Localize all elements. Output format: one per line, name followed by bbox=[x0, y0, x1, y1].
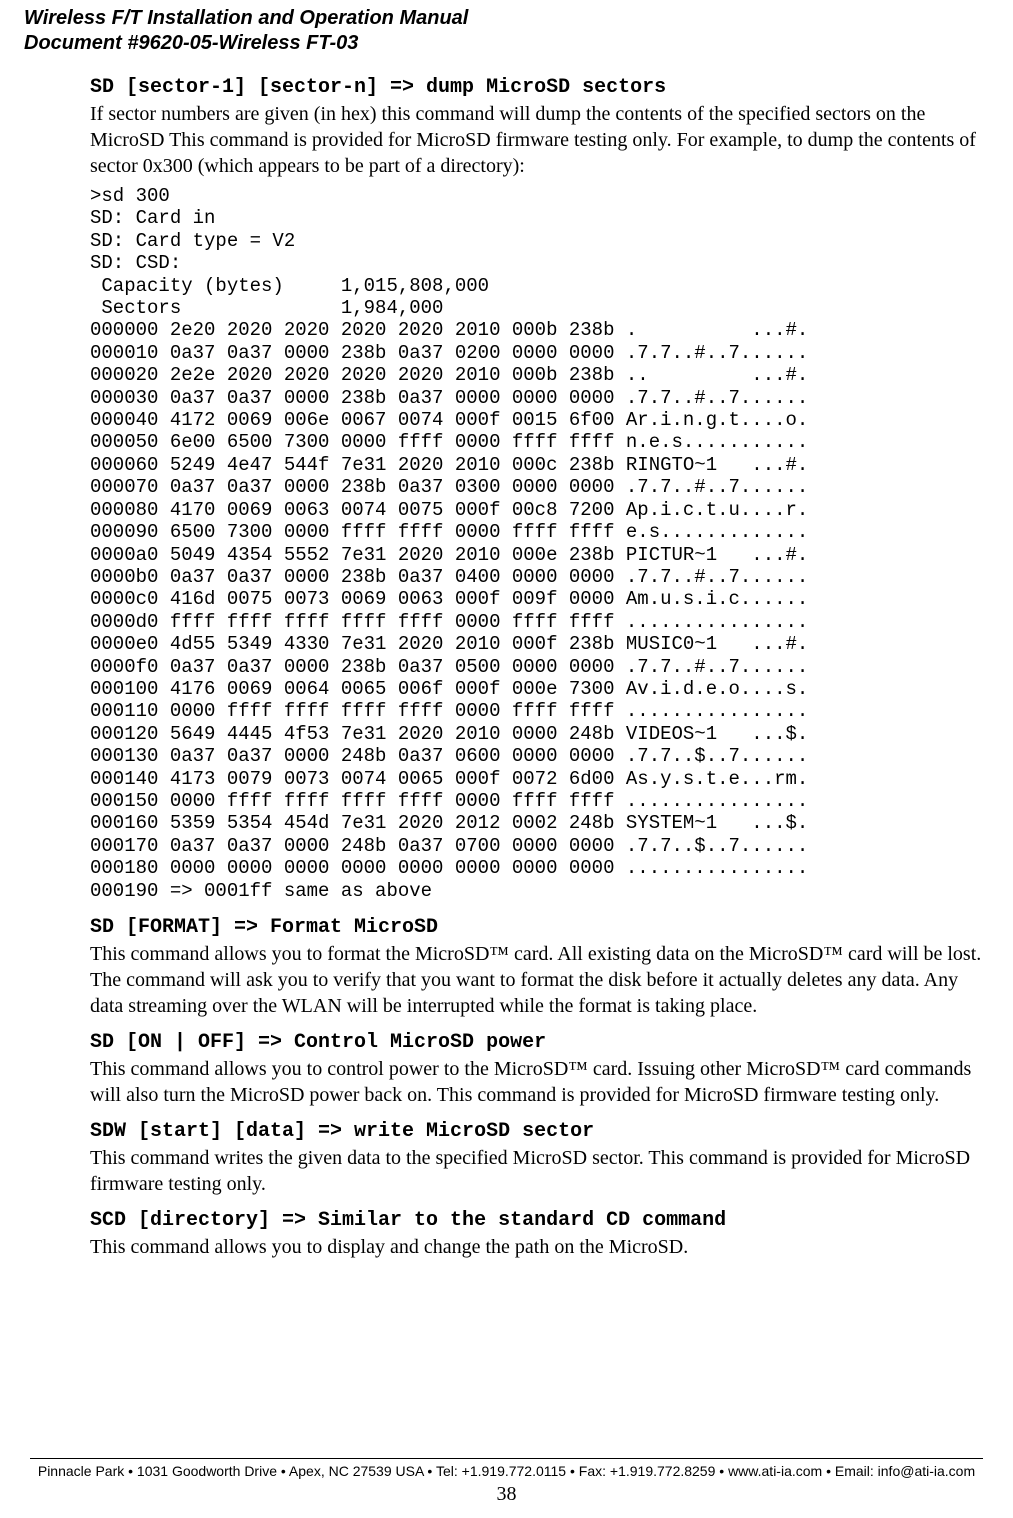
footer-rule bbox=[30, 1458, 983, 1459]
heading-sd-dump: SD [sector-1] [sector-n] => dump MicroSD… bbox=[90, 76, 989, 99]
heading-sd-format: SD [FORMAT] => Format MicroSD bbox=[90, 916, 989, 939]
footer-pageno: 38 bbox=[30, 1481, 983, 1508]
doc-title-line1: Wireless F/T Installation and Operation … bbox=[24, 6, 1013, 31]
para-sd-dump: If sector numbers are given (in hex) thi… bbox=[90, 101, 989, 179]
doc-title-line2: Document #9620-05-Wireless FT-03 bbox=[24, 31, 1013, 56]
para-scd: This command allows you to display and c… bbox=[90, 1234, 989, 1260]
doc-header: Wireless F/T Installation and Operation … bbox=[0, 0, 1013, 56]
para-sd-power: This command allows you to control power… bbox=[90, 1056, 989, 1108]
para-sdw: This command writes the given data to th… bbox=[90, 1145, 989, 1197]
heading-sd-power: SD [ON | OFF] => Control MicroSD power bbox=[90, 1031, 989, 1054]
doc-footer: Pinnacle Park • 1031 Goodworth Drive • A… bbox=[0, 1458, 1013, 1508]
footer-contact: Pinnacle Park • 1031 Goodworth Drive • A… bbox=[30, 1462, 983, 1481]
heading-scd: SCD [directory] => Similar to the standa… bbox=[90, 1209, 989, 1232]
hex-dump: >sd 300 SD: Card in SD: Card type = V2 S… bbox=[90, 185, 989, 902]
heading-sdw: SDW [start] [data] => write MicroSD sect… bbox=[90, 1120, 989, 1143]
doc-body: SD [sector-1] [sector-n] => dump MicroSD… bbox=[0, 56, 1013, 1260]
para-sd-format: This command allows you to format the Mi… bbox=[90, 941, 989, 1019]
